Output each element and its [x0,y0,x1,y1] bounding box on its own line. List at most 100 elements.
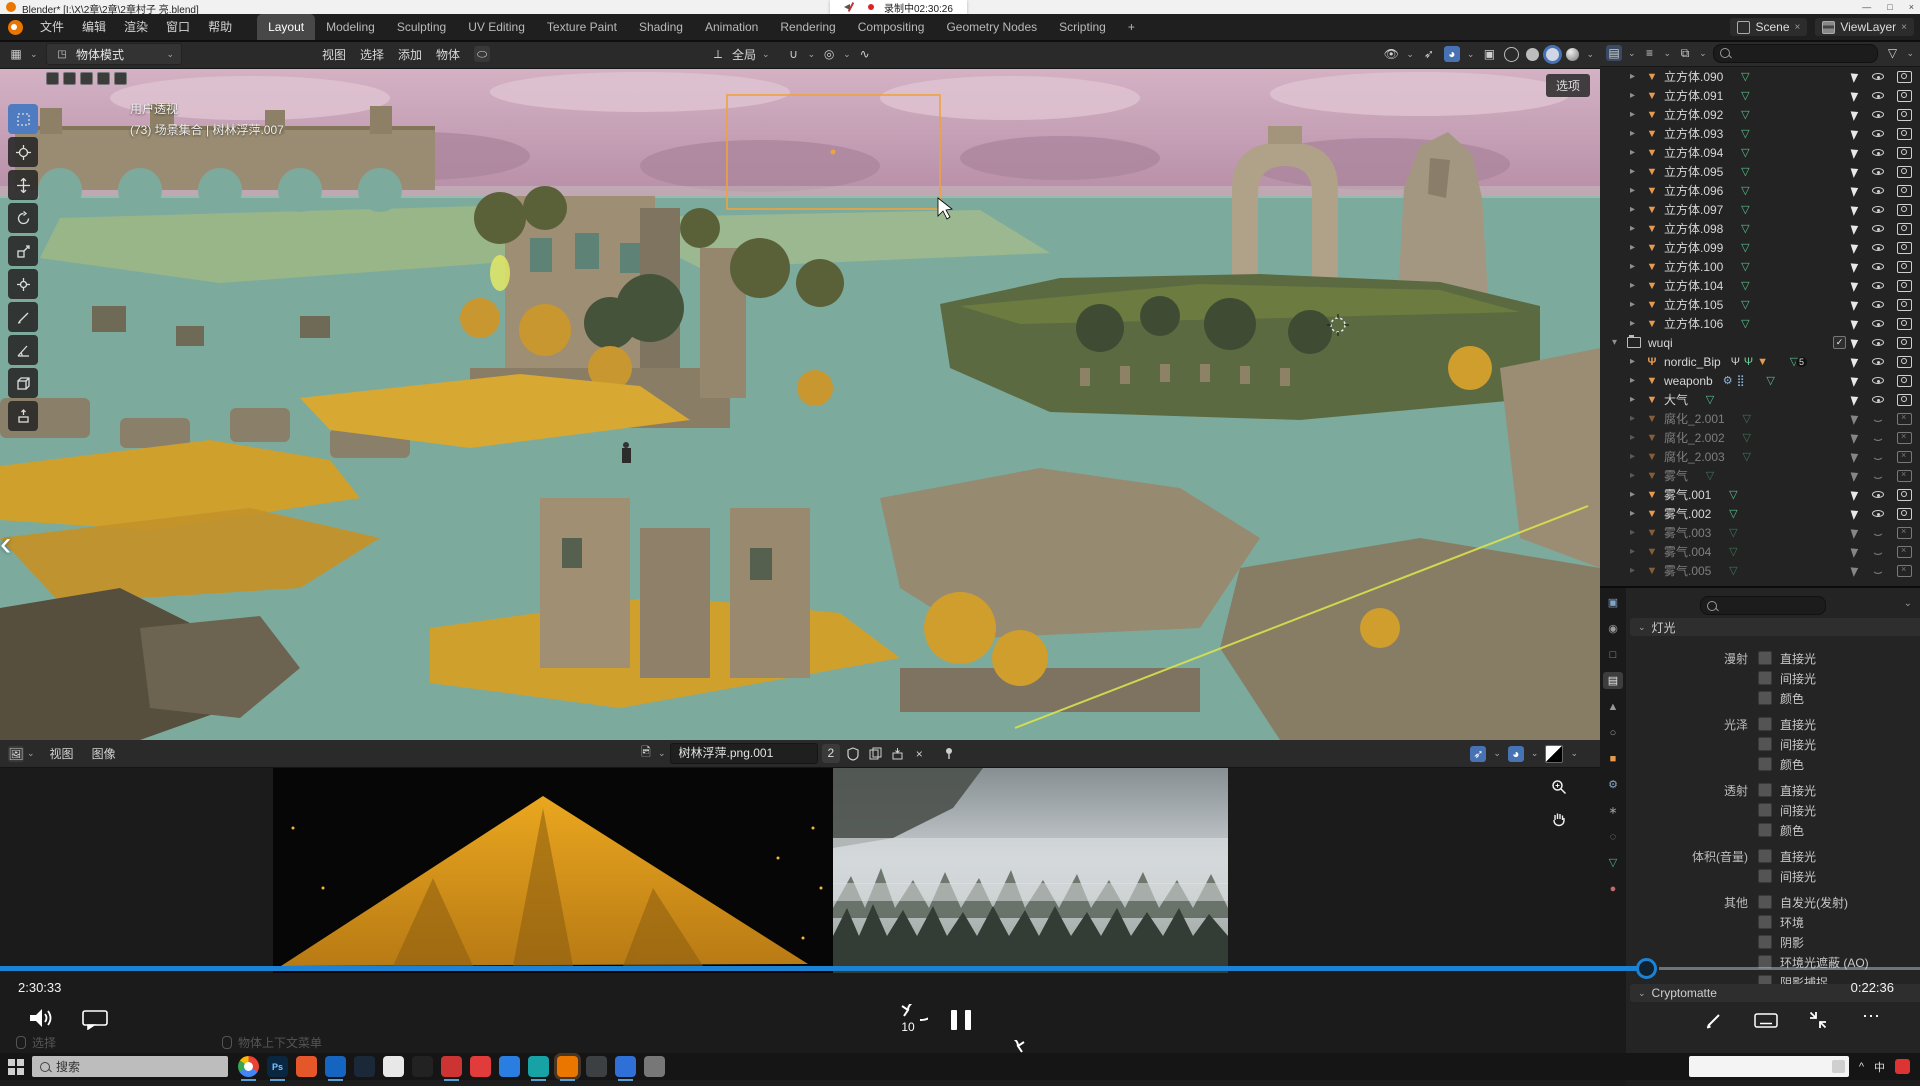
outliner-row[interactable]: ▼ Ψ 立方体.097 ΨΨ▼ ⚙⣿ ▽ ✓ [1600,200,1920,219]
visibility-eye-icon[interactable] [1871,89,1885,102]
expand-caret-icon[interactable] [1630,71,1644,82]
outliner-row[interactable]: ▼ Ψ 立方体.106 ΨΨ▼ ⚙⣿ ▽ ✓ [1600,314,1920,333]
viewport-menu[interactable]: 物体 [436,46,460,63]
object-name[interactable]: 雾气.002 [1664,505,1711,522]
properties-tab-icon[interactable]: □ [1603,646,1623,663]
outliner-row[interactable]: ▼ Ψ 立方体.099 ΨΨ▼ ⚙⣿ ▽ ✓ [1600,238,1920,257]
visibility-eye-icon[interactable] [1871,146,1885,159]
visibility-eye-icon[interactable] [1871,393,1885,406]
image-editor-menu[interactable]: 视图 [41,741,83,767]
pass-checkbox[interactable] [1758,895,1772,909]
filter-funnel-icon[interactable]: ▽ [1884,45,1900,61]
workspace-tab[interactable]: Scripting [1048,14,1117,40]
pass-checkbox[interactable] [1758,757,1772,771]
viewport-menu[interactable]: 选择 [360,46,384,63]
object-name[interactable]: 立方体.098 [1664,220,1723,237]
outliner-row[interactable]: ▼ Ψ 雾气.002 ΨΨ▼ ⚙⣿ ▽ ✓ [1600,504,1920,523]
pass-checkbox[interactable] [1758,691,1772,705]
image-editor-menu[interactable]: 图像 [83,741,125,767]
render-visibility-camera-icon[interactable] [1897,470,1912,482]
player-back-icon[interactable]: ‹ [0,525,11,564]
outliner-row[interactable]: ▼ Ψ 立方体.098 ΨΨ▼ ⚙⣿ ▽ ✓ [1600,219,1920,238]
render-visibility-camera-icon[interactable] [1897,280,1912,292]
selectability-icon[interactable] [1851,565,1861,577]
visibility-eye-icon[interactable] [1871,317,1885,330]
zoom-icon[interactable] [1548,776,1570,798]
render-visibility-camera-icon[interactable] [1897,261,1912,273]
visibility-eye-icon[interactable] [1871,203,1885,216]
fake-user-shield-icon[interactable] [844,745,862,763]
taskbar-app-icon[interactable]: Ps [267,1056,288,1077]
object-name[interactable]: 立方体.096 [1664,182,1723,199]
rewind-10-button[interactable]: 10 [888,1004,928,1040]
workspace-tab[interactable]: Geometry Nodes [935,14,1048,40]
taskbar-app-icon[interactable] [383,1056,404,1077]
visibility-eye-icon[interactable] [1871,412,1885,425]
window-control-button[interactable]: □ [1887,0,1892,14]
expand-caret-icon[interactable] [1630,508,1644,519]
outliner-row[interactable]: ▼ Ψ 立方体.091 ΨΨ▼ ⚙⣿ ▽ ✓ [1600,86,1920,105]
pass-checkbox[interactable] [1758,869,1772,883]
viewport-menu[interactable]: 添加 [398,46,422,63]
taskbar-app-icon[interactable] [528,1056,549,1077]
taskbar-app-icon[interactable] [499,1056,520,1077]
edit-pencil-button[interactable] [1704,1010,1724,1033]
blender-menu-icon[interactable] [8,20,23,35]
object-name[interactable]: 立方体.095 [1664,163,1723,180]
topbar-menu[interactable]: 渲染 [115,14,157,40]
ime-candidate-box[interactable] [1689,1056,1849,1077]
properties-tab-icon[interactable]: ◌ [1603,828,1623,845]
expand-caret-icon[interactable] [1630,413,1644,424]
start-button[interactable] [8,1059,24,1075]
viewlayer-selector[interactable]: ViewLayer × [1815,18,1914,36]
pass-checkbox[interactable] [1758,783,1772,797]
render-visibility-camera-icon[interactable] [1897,451,1912,463]
selectability-icon[interactable] [1851,527,1861,539]
pass-checkbox[interactable] [1758,651,1772,665]
object-name[interactable]: wuqi [1648,336,1673,350]
filter-image-icon[interactable]: ⧉ [1677,45,1693,61]
visibility-eye-icon[interactable] [1871,184,1885,197]
outliner-row[interactable]: ▼ Ψ 立方体.093 ΨΨ▼ ⚙⣿ ▽ ✓ [1600,124,1920,143]
taskbar-app-icon[interactable] [615,1056,636,1077]
render-visibility-camera-icon[interactable] [1897,223,1912,235]
mode-options-icon[interactable]: ⬭ [474,46,490,62]
image-users-count[interactable]: 2 [822,744,841,763]
object-name[interactable]: 立方体.105 [1664,296,1723,313]
render-visibility-camera-icon[interactable] [1897,204,1912,216]
exit-fullscreen-button[interactable] [1808,1010,1828,1033]
visibility-eye-icon[interactable] [1871,279,1885,292]
render-visibility-camera-icon[interactable] [1897,356,1912,368]
render-visibility-camera-icon[interactable] [1897,90,1912,102]
keyboard-button[interactable] [1754,1013,1778,1031]
visibility-eye-icon[interactable] [1871,260,1885,273]
editor-type-icon[interactable]: ▦ [8,46,24,62]
object-name[interactable]: 立方体.092 [1664,106,1723,123]
browse-image-icon[interactable]: 🖻 [638,746,654,762]
selectability-icon[interactable] [1851,242,1861,254]
selectability-icon[interactable] [1851,432,1861,444]
properties-tab-icon[interactable]: ○ [1603,724,1623,741]
visibility-eye-icon[interactable] [1871,222,1885,235]
outliner-search-input[interactable] [1713,44,1879,63]
outliner-row[interactable]: ▼ Ψ 腐化_2.003 ΨΨ▼ ⚙⣿ ▽ ✓ [1600,447,1920,466]
render-visibility-camera-icon[interactable] [1897,337,1912,349]
object-name[interactable]: 立方体.104 [1664,277,1723,294]
expand-caret-icon[interactable] [1630,166,1644,177]
visibility-eye-icon[interactable] [1871,70,1885,83]
render-visibility-camera-icon[interactable] [1897,128,1912,140]
render-visibility-camera-icon[interactable] [1897,375,1912,387]
visibility-eye-icon[interactable] [1871,545,1885,558]
render-visibility-camera-icon[interactable] [1897,489,1912,501]
visibility-eye-icon[interactable] [1871,564,1885,577]
outliner-row[interactable]: ▼ Ψ wuqi ΨΨ▼ ⚙⣿ ▽ ✓ [1600,333,1920,352]
render-visibility-camera-icon[interactable] [1897,508,1912,520]
selectability-icon[interactable] [1851,546,1861,558]
selectability-icon[interactable] [1851,508,1861,520]
workspace-tab[interactable]: Sculpting [386,14,457,40]
selectability-icon[interactable] [1851,489,1861,501]
visibility-eye-icon[interactable] [1871,127,1885,140]
selectability-icon[interactable] [1851,337,1861,349]
selectability-icon[interactable] [1851,166,1861,178]
pan-hand-icon[interactable] [1548,808,1570,830]
